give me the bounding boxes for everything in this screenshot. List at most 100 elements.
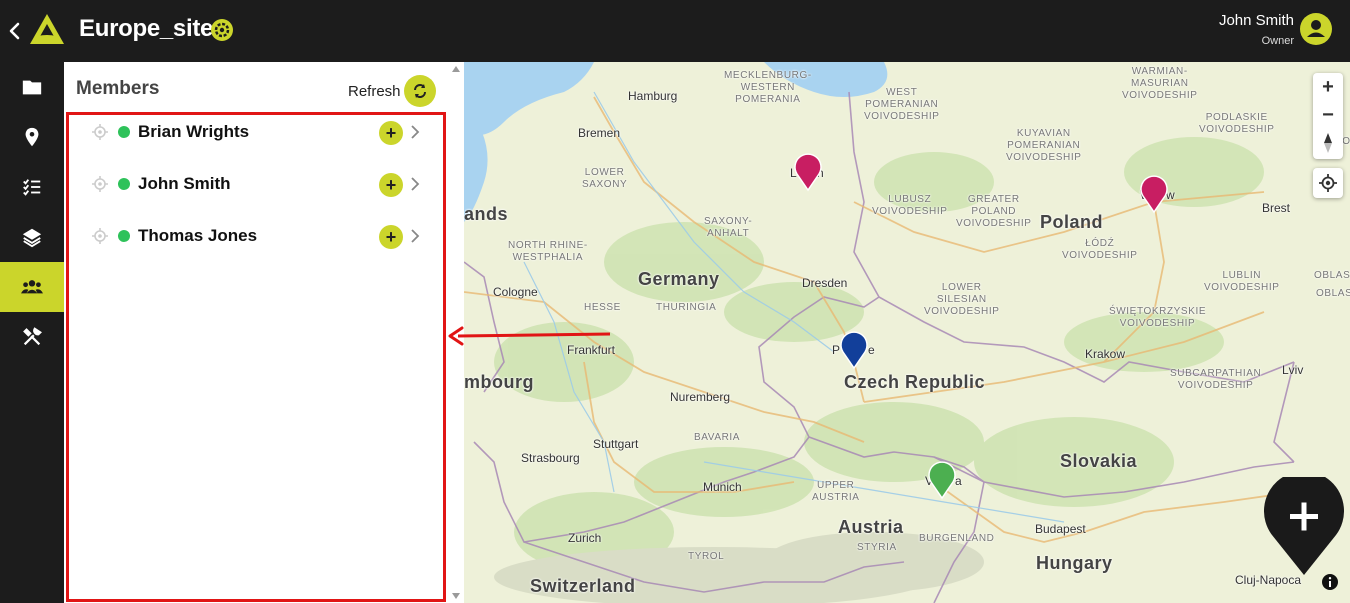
gear-icon[interactable] xyxy=(210,18,234,42)
scroll-down-arrow[interactable] xyxy=(452,593,460,599)
list-item[interactable]: Thomas Jones + xyxy=(64,210,448,262)
map-region-label: GREATER POLAND VOIVODESHIP xyxy=(956,194,1032,229)
map-country-label: Austria xyxy=(838,517,904,537)
avatar[interactable] xyxy=(1300,13,1332,45)
crosshair-icon xyxy=(1319,174,1337,192)
add-member-task-button[interactable]: + xyxy=(379,173,403,197)
map-region-label: OBLAS xyxy=(1316,288,1350,299)
zoom-control: + − xyxy=(1313,73,1343,159)
members-panel: Members Refresh Brian Wrights + John Smi… xyxy=(64,62,464,603)
map-city-label: Lviv xyxy=(1282,363,1304,377)
member-name: Brian Wrights xyxy=(138,122,250,141)
map-region-label: NORTH RHINE- WESTPHALIA xyxy=(508,240,588,263)
map-region-label: WEST POMERANIAN VOIVODESHIP xyxy=(864,87,940,122)
info-icon[interactable] xyxy=(1321,573,1339,591)
map-region-label: SUBCARPATHIAN VOIVODESHIP xyxy=(1170,368,1262,391)
map-marker-icon[interactable] xyxy=(1138,174,1170,214)
scroll-up-arrow[interactable] xyxy=(452,66,460,72)
map-city-label: Zurich xyxy=(568,531,602,545)
map-city-label: Budapest xyxy=(1035,522,1086,536)
map-country-label: mbourg xyxy=(464,372,534,392)
map-region-label: BURGENLAND xyxy=(919,533,995,544)
rail-item-locations[interactable] xyxy=(0,112,64,162)
zoom-out-button[interactable]: − xyxy=(1313,101,1343,129)
rail-item-tasks[interactable] xyxy=(0,162,64,212)
refresh-label[interactable]: Refresh xyxy=(348,83,401,100)
map-view[interactable]: MECKLENBURG- WESTERN POMERANIA WEST POME… xyxy=(464,62,1350,603)
map-region-label: SAXONY- ANHALT xyxy=(704,216,753,239)
list-item[interactable]: John Smith + xyxy=(64,158,448,210)
top-bar: Europe_sites John Smith Owner xyxy=(0,0,1350,62)
map-city-label: Strasbourg xyxy=(521,451,580,465)
add-fab-button[interactable] xyxy=(1264,477,1344,577)
map-region-label: LOWER SILESIAN VOIVODESHIP xyxy=(924,282,1000,317)
map-region-label: HESSE xyxy=(584,302,621,313)
map-country-label: Switzerland xyxy=(530,576,636,596)
compass-icon[interactable] xyxy=(1321,129,1335,157)
panel-scrollbar[interactable] xyxy=(450,62,464,603)
status-online-dot xyxy=(118,126,130,138)
panel-title: Members xyxy=(76,78,160,99)
map-base xyxy=(464,62,1350,603)
refresh-button[interactable] xyxy=(404,75,436,107)
tools-icon xyxy=(23,327,42,346)
user-name: John Smith xyxy=(1218,12,1294,29)
rail-item-layers[interactable] xyxy=(0,212,64,262)
status-online-dot xyxy=(118,230,130,242)
chevron-right-icon[interactable] xyxy=(410,228,420,244)
left-rail xyxy=(0,62,64,603)
map-pin-icon xyxy=(25,127,39,147)
project-title: Europe_sites xyxy=(79,15,227,42)
map-city-label: Nuremberg xyxy=(670,390,731,404)
map-region-label: TYROL xyxy=(688,551,725,562)
add-member-task-button[interactable]: + xyxy=(379,121,403,145)
map-region-label: UPPER AUSTRIA xyxy=(812,480,860,503)
map-region-label: MECKLENBURG- WESTERN POMERANIA xyxy=(724,70,812,105)
zoom-in-button[interactable]: + xyxy=(1313,73,1343,101)
map-region-label: ŚWIĘTOKRZYSKIE VOIVODESHIP xyxy=(1109,306,1207,329)
map-city-label: Bremen xyxy=(578,126,621,140)
map-region-label: STYRIA xyxy=(857,542,897,553)
member-name: John Smith xyxy=(138,174,231,193)
crosshair-icon[interactable] xyxy=(92,228,108,244)
checklist-icon xyxy=(23,179,41,196)
map-city-label: Brest xyxy=(1262,201,1291,215)
map-city-label: Cologne xyxy=(493,285,538,299)
map-city-label: Munich xyxy=(703,480,742,494)
refresh-icon xyxy=(414,84,426,98)
my-location-button[interactable] xyxy=(1313,168,1343,198)
map-city-label: Stuttgart xyxy=(593,437,639,451)
list-item[interactable]: Brian Wrights + xyxy=(64,106,448,158)
crosshair-icon[interactable] xyxy=(92,176,108,192)
map-region-label: WARMIAN- MASURIAN VOIVODESHIP xyxy=(1122,66,1198,101)
map-country-label: Poland xyxy=(1040,212,1104,232)
status-online-dot xyxy=(118,178,130,190)
map-country-label: Hungary xyxy=(1036,553,1113,573)
rail-item-tools[interactable] xyxy=(0,312,64,362)
map-country-label: Germany xyxy=(638,269,720,289)
map-region-label: PODLASKIE VOIVODESHIP xyxy=(1199,112,1275,135)
member-name: Thomas Jones xyxy=(138,226,258,245)
add-member-task-button[interactable]: + xyxy=(379,225,403,249)
rail-item-members[interactable] xyxy=(0,262,64,312)
map-region-label: BAVARIA xyxy=(694,432,741,443)
map-region-label: THURINGIA xyxy=(656,302,717,313)
map-region-label: KUYAVIAN POMERANIAN VOIVODESHIP xyxy=(1006,128,1082,163)
map-region-label: LOWER SAXONY xyxy=(582,167,628,190)
logo-icon xyxy=(30,14,64,44)
chevron-right-icon[interactable] xyxy=(410,124,420,140)
chevron-left-icon[interactable] xyxy=(6,18,24,44)
crosshair-icon[interactable] xyxy=(92,124,108,140)
map-region-label: LUBUSZ VOIVODESHIP xyxy=(872,194,948,217)
map-marker-icon[interactable] xyxy=(792,152,824,192)
map-region-label: OBLAST xyxy=(1314,270,1350,281)
folder-icon xyxy=(22,80,42,95)
chevron-right-icon[interactable] xyxy=(410,176,420,192)
map-city-label: Frankfurt xyxy=(567,343,616,357)
rail-item-files[interactable] xyxy=(0,62,64,112)
map-marker-icon[interactable] xyxy=(926,460,958,500)
map-marker-icon[interactable] xyxy=(838,330,870,370)
member-list: Brian Wrights + John Smith + Thomas Jone… xyxy=(64,106,448,262)
map-country-label: Czech Republic xyxy=(844,372,986,392)
map-city-label: Hamburg xyxy=(628,89,678,103)
